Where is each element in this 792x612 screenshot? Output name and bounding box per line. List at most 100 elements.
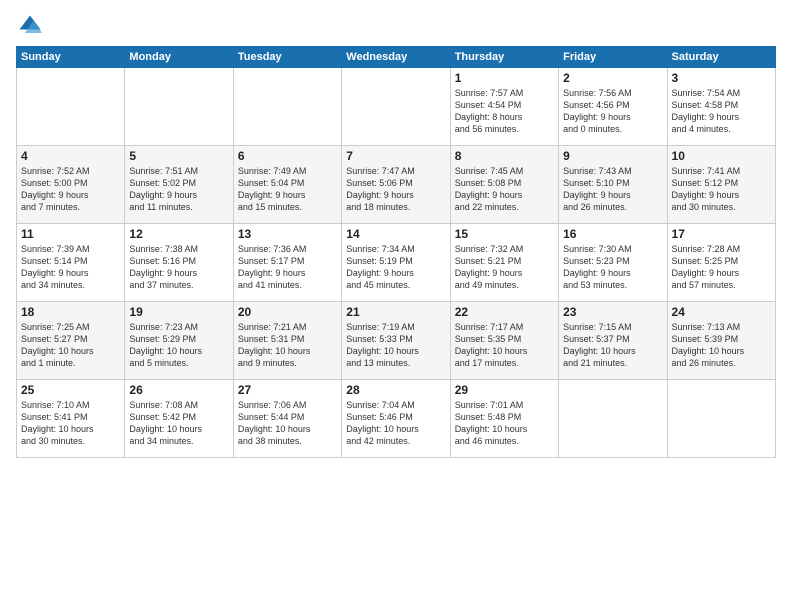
cell-content: Sunrise: 7:01 AM Sunset: 5:48 PM Dayligh… [455,399,554,448]
cell-content: Sunrise: 7:06 AM Sunset: 5:44 PM Dayligh… [238,399,337,448]
calendar-page: SundayMondayTuesdayWednesdayThursdayFrid… [0,0,792,612]
day-number: 8 [455,149,554,163]
calendar-cell: 23 Sunrise: 7:15 AM Sunset: 5:37 PM Dayli… [559,302,667,380]
header-cell-saturday: Saturday [667,47,775,68]
calendar-cell: 11 Sunrise: 7:39 AM Sunset: 5:14 PM Dayli… [17,224,125,302]
cell-content: Sunrise: 7:45 AM Sunset: 5:08 PM Dayligh… [455,165,554,214]
cell-content: Sunrise: 7:28 AM Sunset: 5:25 PM Dayligh… [672,243,771,292]
day-number: 18 [21,305,120,319]
calendar-cell [559,380,667,458]
week-row-3: 11 Sunrise: 7:39 AM Sunset: 5:14 PM Dayli… [17,224,776,302]
cell-content: Sunrise: 7:04 AM Sunset: 5:46 PM Dayligh… [346,399,445,448]
header-cell-tuesday: Tuesday [233,47,341,68]
cell-content: Sunrise: 7:54 AM Sunset: 4:58 PM Dayligh… [672,87,771,136]
day-number: 21 [346,305,445,319]
day-number: 17 [672,227,771,241]
calendar-cell: 29 Sunrise: 7:01 AM Sunset: 5:48 PM Dayli… [450,380,558,458]
calendar-cell: 24 Sunrise: 7:13 AM Sunset: 5:39 PM Dayli… [667,302,775,380]
calendar-cell [17,68,125,146]
day-number: 20 [238,305,337,319]
cell-content: Sunrise: 7:41 AM Sunset: 5:12 PM Dayligh… [672,165,771,214]
cell-content: Sunrise: 7:25 AM Sunset: 5:27 PM Dayligh… [21,321,120,370]
day-number: 3 [672,71,771,85]
day-number: 24 [672,305,771,319]
week-row-2: 4Sunrise: 7:52 AM Sunset: 5:00 PM Daylig… [17,146,776,224]
cell-content: Sunrise: 7:39 AM Sunset: 5:14 PM Dayligh… [21,243,120,292]
calendar-cell: 18 Sunrise: 7:25 AM Sunset: 5:27 PM Dayli… [17,302,125,380]
cell-content: Sunrise: 7:10 AM Sunset: 5:41 PM Dayligh… [21,399,120,448]
day-number: 7 [346,149,445,163]
day-number: 27 [238,383,337,397]
header-cell-wednesday: Wednesday [342,47,450,68]
cell-content: Sunrise: 7:43 AM Sunset: 5:10 PM Dayligh… [563,165,662,214]
day-number: 13 [238,227,337,241]
calendar-cell [233,68,341,146]
day-number: 2 [563,71,662,85]
calendar-cell: 20 Sunrise: 7:21 AM Sunset: 5:31 PM Dayli… [233,302,341,380]
cell-content: Sunrise: 7:08 AM Sunset: 5:42 PM Dayligh… [129,399,228,448]
calendar-cell: 27 Sunrise: 7:06 AM Sunset: 5:44 PM Dayli… [233,380,341,458]
header-cell-thursday: Thursday [450,47,558,68]
calendar-cell: 21 Sunrise: 7:19 AM Sunset: 5:33 PM Dayli… [342,302,450,380]
day-number: 29 [455,383,554,397]
day-number: 11 [21,227,120,241]
calendar-cell: 4Sunrise: 7:52 AM Sunset: 5:00 PM Daylig… [17,146,125,224]
day-number: 25 [21,383,120,397]
day-number: 10 [672,149,771,163]
day-number: 22 [455,305,554,319]
calendar-cell: 22 Sunrise: 7:17 AM Sunset: 5:35 PM Dayli… [450,302,558,380]
calendar-cell: 6Sunrise: 7:49 AM Sunset: 5:04 PM Daylig… [233,146,341,224]
cell-content: Sunrise: 7:21 AM Sunset: 5:31 PM Dayligh… [238,321,337,370]
cell-content: Sunrise: 7:17 AM Sunset: 5:35 PM Dayligh… [455,321,554,370]
calendar-cell: 5 Sunrise: 7:51 AM Sunset: 5:02 PM Daylig… [125,146,233,224]
calendar-cell: 12 Sunrise: 7:38 AM Sunset: 5:16 PM Dayli… [125,224,233,302]
calendar-cell: 3 Sunrise: 7:54 AM Sunset: 4:58 PM Daylig… [667,68,775,146]
cell-content: Sunrise: 7:38 AM Sunset: 5:16 PM Dayligh… [129,243,228,292]
calendar-cell: 26Sunrise: 7:08 AM Sunset: 5:42 PM Dayli… [125,380,233,458]
cell-content: Sunrise: 7:23 AM Sunset: 5:29 PM Dayligh… [129,321,228,370]
calendar-cell: 2 Sunrise: 7:56 AM Sunset: 4:56 PM Daylig… [559,68,667,146]
cell-content: Sunrise: 7:15 AM Sunset: 5:37 PM Dayligh… [563,321,662,370]
cell-content: Sunrise: 7:34 AM Sunset: 5:19 PM Dayligh… [346,243,445,292]
calendar-cell: 7 Sunrise: 7:47 AM Sunset: 5:06 PM Daylig… [342,146,450,224]
cell-content: Sunrise: 7:13 AM Sunset: 5:39 PM Dayligh… [672,321,771,370]
calendar-cell: 28 Sunrise: 7:04 AM Sunset: 5:46 PM Dayli… [342,380,450,458]
week-row-1: 1Sunrise: 7:57 AM Sunset: 4:54 PM Daylig… [17,68,776,146]
cell-content: Sunrise: 7:57 AM Sunset: 4:54 PM Dayligh… [455,87,554,136]
day-number: 5 [129,149,228,163]
header [16,12,776,40]
logo-icon [16,12,44,40]
calendar-cell: 9 Sunrise: 7:43 AM Sunset: 5:10 PM Daylig… [559,146,667,224]
cell-content: Sunrise: 7:52 AM Sunset: 5:00 PM Dayligh… [21,165,120,214]
calendar-cell: 8 Sunrise: 7:45 AM Sunset: 5:08 PM Daylig… [450,146,558,224]
cell-content: Sunrise: 7:36 AM Sunset: 5:17 PM Dayligh… [238,243,337,292]
day-number: 15 [455,227,554,241]
day-number: 14 [346,227,445,241]
calendar-cell: 19 Sunrise: 7:23 AM Sunset: 5:29 PM Dayli… [125,302,233,380]
calendar-cell [342,68,450,146]
week-row-4: 18 Sunrise: 7:25 AM Sunset: 5:27 PM Dayli… [17,302,776,380]
header-cell-friday: Friday [559,47,667,68]
logo [16,12,48,40]
calendar-cell: 17 Sunrise: 7:28 AM Sunset: 5:25 PM Dayli… [667,224,775,302]
calendar-cell: 13 Sunrise: 7:36 AM Sunset: 5:17 PM Dayli… [233,224,341,302]
week-row-5: 25 Sunrise: 7:10 AM Sunset: 5:41 PM Dayli… [17,380,776,458]
cell-content: Sunrise: 7:56 AM Sunset: 4:56 PM Dayligh… [563,87,662,136]
cell-content: Sunrise: 7:51 AM Sunset: 5:02 PM Dayligh… [129,165,228,214]
day-number: 23 [563,305,662,319]
calendar-cell: 14 Sunrise: 7:34 AM Sunset: 5:19 PM Dayli… [342,224,450,302]
cell-content: Sunrise: 7:19 AM Sunset: 5:33 PM Dayligh… [346,321,445,370]
day-number: 19 [129,305,228,319]
day-number: 12 [129,227,228,241]
cell-content: Sunrise: 7:32 AM Sunset: 5:21 PM Dayligh… [455,243,554,292]
day-number: 9 [563,149,662,163]
calendar-cell [667,380,775,458]
day-number: 28 [346,383,445,397]
calendar-cell: 15 Sunrise: 7:32 AM Sunset: 5:21 PM Dayli… [450,224,558,302]
calendar-table: SundayMondayTuesdayWednesdayThursdayFrid… [16,46,776,458]
calendar-cell: 25 Sunrise: 7:10 AM Sunset: 5:41 PM Dayli… [17,380,125,458]
calendar-cell: 16Sunrise: 7:30 AM Sunset: 5:23 PM Dayli… [559,224,667,302]
header-cell-monday: Monday [125,47,233,68]
cell-content: Sunrise: 7:49 AM Sunset: 5:04 PM Dayligh… [238,165,337,214]
cell-content: Sunrise: 7:47 AM Sunset: 5:06 PM Dayligh… [346,165,445,214]
